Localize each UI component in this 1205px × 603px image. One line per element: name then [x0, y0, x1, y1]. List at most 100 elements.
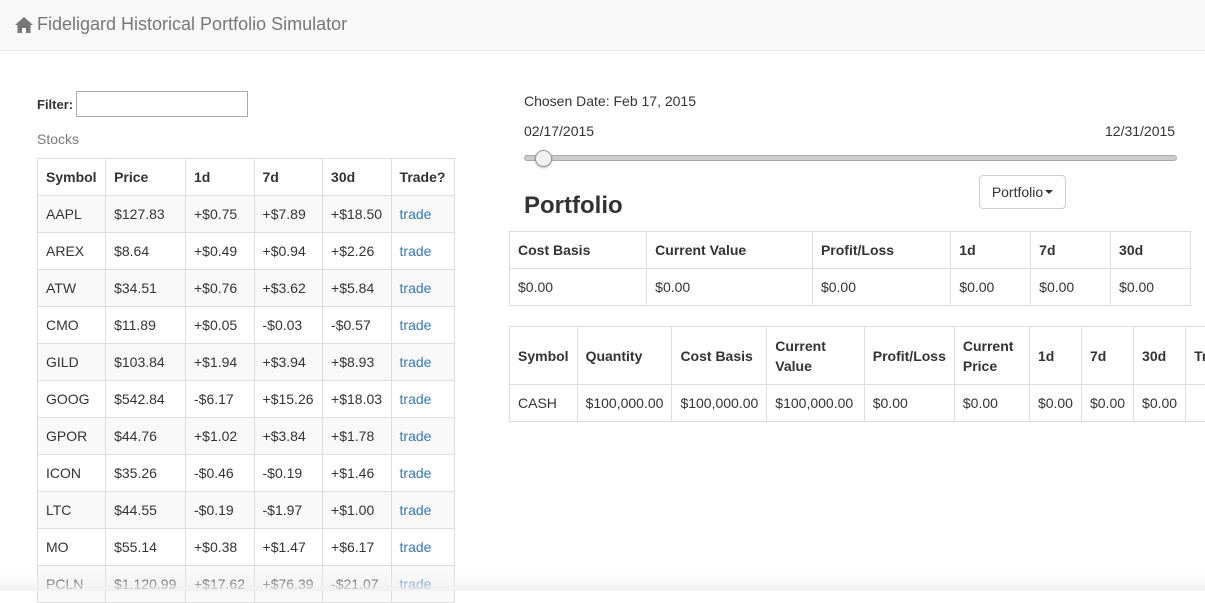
- holdings-col-symbol: Symbol: [510, 327, 578, 385]
- stock-7d: +$3.94: [254, 344, 323, 381]
- stock-1d: +$0.76: [186, 270, 255, 307]
- stock-1d: -$0.46: [186, 455, 255, 492]
- col-symbol[interactable]: Symbol: [38, 159, 106, 196]
- holding-cell: $100,000.00: [672, 385, 767, 422]
- stock-1d: +$17.62: [186, 566, 255, 603]
- stock-trade-cell: trade: [391, 455, 454, 492]
- stock-symbol: AREX: [38, 233, 106, 270]
- stock-trade-cell: trade: [391, 566, 454, 603]
- holdings-header-row: SymbolQuantityCost BasisCurrent ValuePro…: [510, 327, 1205, 385]
- stock-trade-cell: trade: [391, 270, 454, 307]
- stock-30d: +$6.17: [323, 529, 392, 566]
- chosen-date: Chosen Date: Feb 17, 2015: [524, 93, 696, 109]
- holding-cell: $100,000.00: [767, 385, 864, 422]
- holding-cell: $0.00: [1081, 385, 1133, 422]
- stock-1d: +$0.49: [186, 233, 255, 270]
- stock-row: GPOR$44.76+$1.02+$3.84+$1.78trade: [38, 418, 455, 455]
- stock-7d: -$0.19: [254, 455, 323, 492]
- stock-row: CMO$11.89+$0.05-$0.03-$0.57trade: [38, 307, 455, 344]
- stock-30d: +$18.03: [323, 381, 392, 418]
- portfolio-dropdown-label: Portfolio: [992, 184, 1043, 200]
- stock-7d: +$1.47: [254, 529, 323, 566]
- stock-row: GILD$103.84+$1.94+$3.94+$8.93 trade: [38, 344, 455, 381]
- portfolio-dropdown-button[interactable]: Portfolio: [979, 175, 1066, 209]
- stock-symbol: AAPL: [38, 196, 106, 233]
- trade-link[interactable]: trade: [400, 391, 432, 407]
- stock-price: $542.84: [106, 381, 186, 418]
- trade-link[interactable]: trade: [400, 502, 432, 518]
- trade-link[interactable]: trade: [400, 428, 432, 444]
- col-30d[interactable]: 30d: [323, 159, 392, 196]
- stock-price: $8.64: [106, 233, 186, 270]
- summary-current-value: $0.00: [647, 269, 813, 306]
- stock-30d: -$0.57: [323, 307, 392, 344]
- col-1d[interactable]: 1d: [186, 159, 255, 196]
- stocks-header-row: Symbol Price 1d 7d 30d Trade?: [38, 159, 455, 196]
- stock-row: ICON$35.26-$0.46-$0.19+$1.46trade: [38, 455, 455, 492]
- stock-symbol: ATW: [38, 270, 106, 307]
- stock-symbol: MO: [38, 529, 106, 566]
- stock-1d: +$1.02: [186, 418, 255, 455]
- stocks-table: Symbol Price 1d 7d 30d Trade? AAPL$127.8…: [37, 158, 455, 603]
- stock-trade-cell: trade: [391, 529, 454, 566]
- stock-trade-cell: trade: [391, 344, 454, 381]
- holdings-col-profit-loss: Profit/Loss: [864, 327, 954, 385]
- stock-trade-cell: trade: [391, 307, 454, 344]
- stock-row: GOOG$542.84-$6.17+$15.26+$18.03trade: [38, 381, 455, 418]
- stock-30d: +$8.93: [323, 344, 392, 381]
- stock-price: $55.14: [106, 529, 186, 566]
- stock-price: $34.51: [106, 270, 186, 307]
- holdings-col-quantity: Quantity: [577, 327, 672, 385]
- holding-cell: $0.00: [864, 385, 954, 422]
- stock-price: $127.83: [106, 196, 186, 233]
- summary-col-profit-loss: Profit/Loss: [812, 232, 950, 269]
- stocks-body: AAPL$127.83+$0.75+$7.89+$18.50tradeAREX$…: [38, 196, 455, 603]
- holding-cell: [1186, 385, 1205, 422]
- stock-symbol: GILD: [38, 344, 106, 381]
- summary-col-7d: 7d: [1031, 232, 1111, 269]
- date-slider-track[interactable]: [524, 155, 1177, 161]
- date-slider-handle[interactable]: [535, 150, 552, 167]
- brand-link[interactable]: Fideligard Historical Portfolio Simulato…: [14, 14, 347, 35]
- holdings-col-current-price: Current Price: [954, 327, 1029, 385]
- stock-symbol: GPOR: [38, 418, 106, 455]
- summary-col-1d: 1d: [951, 232, 1031, 269]
- stock-1d: +$1.94: [186, 344, 255, 381]
- stock-30d: -$21.07: [323, 566, 392, 603]
- stock-7d: -$1.97: [254, 492, 323, 529]
- date-range-end: 12/31/2015: [1105, 123, 1175, 139]
- holdings-col-cost-basis: Cost Basis: [672, 327, 767, 385]
- trade-link[interactable]: trade: [400, 465, 432, 481]
- trade-link[interactable]: trade: [400, 576, 432, 592]
- holding-cell: $0.00: [954, 385, 1029, 422]
- holding-cell: $0.00: [1134, 385, 1186, 422]
- summary-col-current-value: Current Value: [647, 232, 813, 269]
- trade-link[interactable]: trade: [400, 206, 432, 222]
- col-7d[interactable]: 7d: [254, 159, 323, 196]
- filter-input[interactable]: [76, 91, 248, 117]
- col-price[interactable]: Price: [106, 159, 186, 196]
- holding-cell: CASH: [510, 385, 578, 422]
- portfolio-holdings-table: SymbolQuantityCost BasisCurrent ValuePro…: [509, 326, 1205, 422]
- stock-30d: +$1.78: [323, 418, 392, 455]
- navbar: Fideligard Historical Portfolio Simulato…: [0, 0, 1205, 51]
- filter-row: Filter:: [37, 91, 248, 117]
- summary-row: $0.00 $0.00 $0.00 $0.00 $0.00 $0.00: [510, 269, 1191, 306]
- summary-30d: $0.00: [1111, 269, 1191, 306]
- stock-price: $103.84: [106, 344, 186, 381]
- stock-symbol: PCLN: [38, 566, 106, 603]
- trade-link[interactable]: trade: [400, 539, 432, 555]
- stock-trade-cell: trade: [391, 418, 454, 455]
- stock-7d: +$15.26: [254, 381, 323, 418]
- trade-link[interactable]: trade: [400, 317, 432, 333]
- stock-price: $44.55: [106, 492, 186, 529]
- summary-cost-basis: $0.00: [510, 269, 647, 306]
- trade-link[interactable]: trade: [400, 243, 432, 259]
- stock-price: $44.76: [106, 418, 186, 455]
- stock-row: AAPL$127.83+$0.75+$7.89+$18.50trade: [38, 196, 455, 233]
- holdings-col-current-value: Current Value: [767, 327, 864, 385]
- trade-link[interactable]: trade: [400, 354, 432, 370]
- stock-row: MO$55.14+$0.38+$1.47+$6.17trade: [38, 529, 455, 566]
- trade-link[interactable]: trade: [400, 280, 432, 296]
- holdings-col-trade: Trade?: [1186, 327, 1205, 385]
